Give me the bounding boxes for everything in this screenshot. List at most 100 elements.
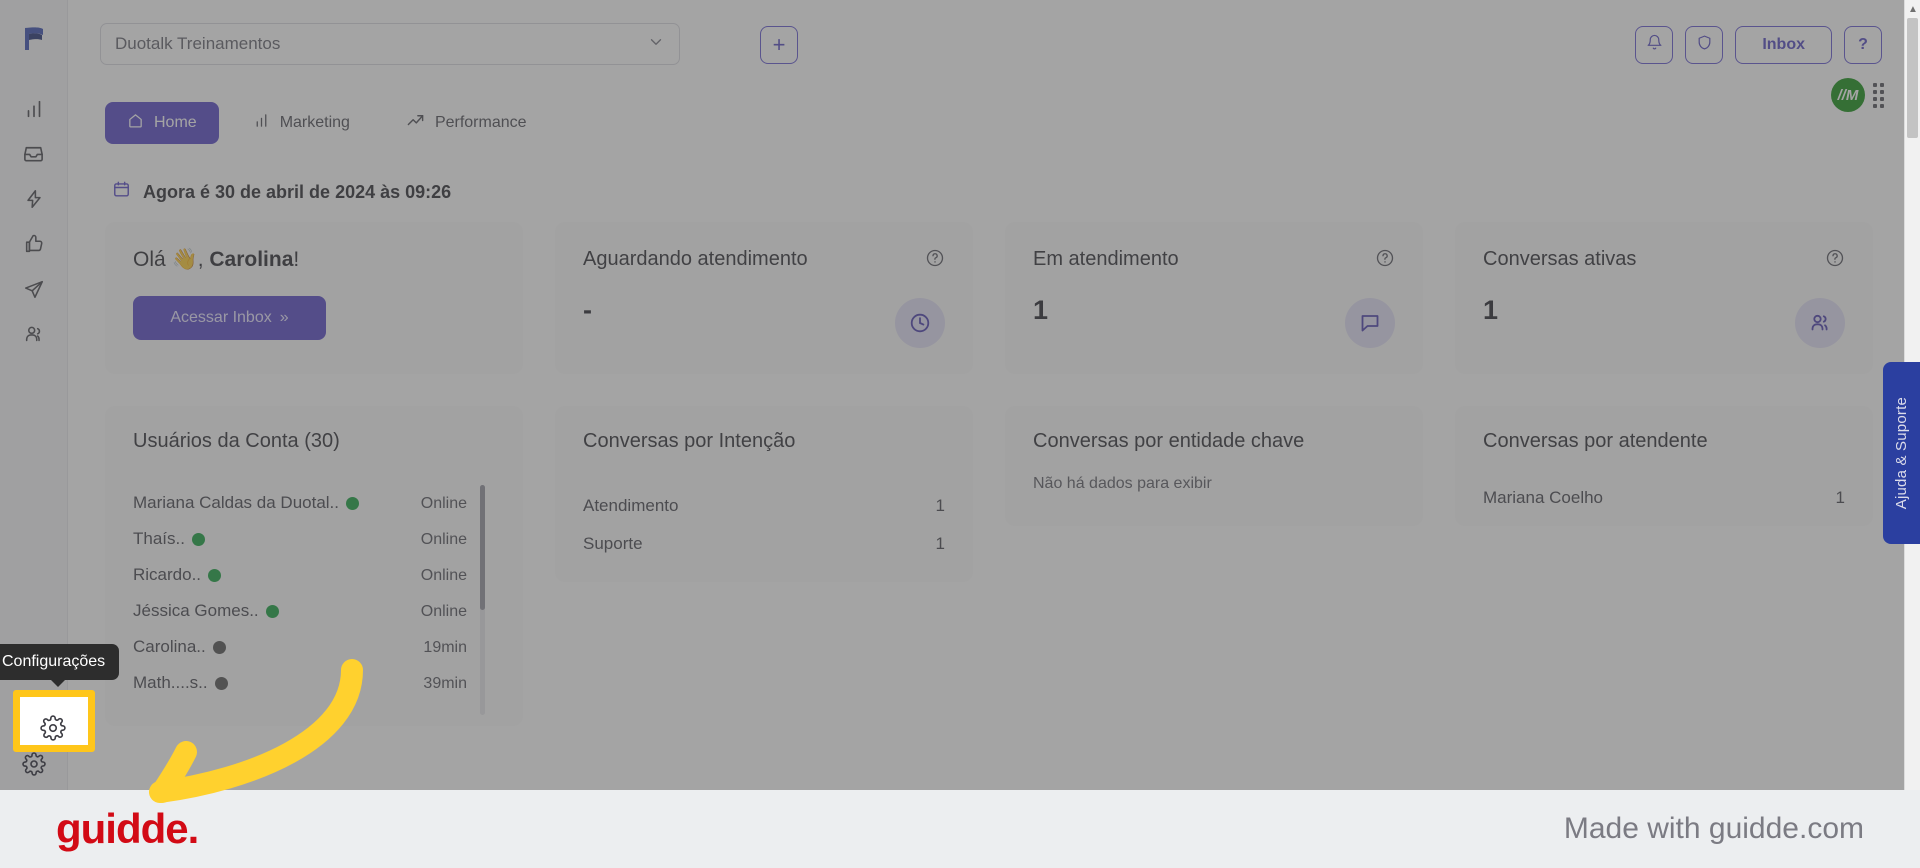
- sidebar-item-feedback[interactable]: [14, 226, 54, 266]
- question-circle-icon[interactable]: [1375, 248, 1395, 273]
- grip-dot: [1880, 96, 1884, 101]
- list-item: Mariana Coelho 1: [1483, 479, 1845, 517]
- dashboard-tabs: Home Marketing Performance: [105, 102, 549, 144]
- settings-tooltip: Configurações: [0, 644, 120, 687]
- users-icon: [23, 323, 45, 350]
- stat-title: Conversas ativas: [1483, 248, 1637, 270]
- bar-chart-icon: [23, 98, 45, 125]
- users-list[interactable]: Mariana Caldas da Duotal.. Online Thaís.…: [133, 485, 495, 715]
- inbox-button-label: Inbox: [1762, 36, 1805, 53]
- tab-home[interactable]: Home: [105, 102, 219, 144]
- notifications-button[interactable]: [1635, 26, 1674, 64]
- tab-performance-label: Performance: [434, 114, 527, 131]
- help-support-label: Ajuda & Suporte: [1893, 396, 1910, 510]
- list-item[interactable]: Jéssica Gomes.. Online: [133, 593, 467, 629]
- tab-marketing[interactable]: Marketing: [231, 102, 372, 144]
- greeting-prefix: Olá: [133, 248, 166, 271]
- status-dot-online-icon: [191, 532, 205, 546]
- sidebar-item-inbox[interactable]: [14, 136, 54, 176]
- settings-callout: Configurações: [0, 644, 120, 752]
- sidebar-item-analytics[interactable]: [14, 91, 54, 131]
- gear-icon-highlighted[interactable]: [33, 708, 73, 748]
- users-scrollbar-thumb[interactable]: [480, 485, 485, 610]
- user-name-wrap: Math....s..: [133, 673, 228, 693]
- greeting-card: Olá 👋, Carolina! Acessar Inbox »: [105, 222, 523, 374]
- help-button[interactable]: ?: [1844, 26, 1882, 64]
- avatar-row: //M: [1831, 78, 1884, 112]
- list-item[interactable]: Math....s.. 39min: [133, 665, 467, 701]
- access-inbox-button[interactable]: Acessar Inbox »: [133, 296, 326, 340]
- agent-label: Mariana Coelho: [1483, 488, 1604, 507]
- bolt-icon: [23, 188, 45, 215]
- status-dot-online-icon: [346, 496, 360, 510]
- user-name: Ricardo..: [133, 565, 202, 584]
- user-status: Online: [420, 495, 467, 512]
- user-status: Online: [420, 603, 467, 620]
- avatar[interactable]: //M: [1831, 78, 1865, 112]
- chat-bubble-icon: [1345, 298, 1395, 348]
- duotalk-flag-logo[interactable]: [17, 22, 51, 61]
- shield-icon: [1696, 34, 1713, 56]
- clock-icon: [895, 298, 945, 348]
- scroll-up-arrow-icon[interactable]: ▲: [1908, 4, 1918, 15]
- grip-dot: [1880, 89, 1884, 94]
- sidebar-item-campaigns[interactable]: [14, 271, 54, 311]
- home-icon: [127, 112, 144, 134]
- status-dot-online-icon: [208, 568, 222, 582]
- window-scrollbar-thumb[interactable]: [1907, 18, 1918, 138]
- user-name: Jéssica Gomes..: [133, 601, 259, 620]
- add-account-button[interactable]: +: [760, 26, 798, 64]
- intent-card-title: Conversas por Intenção: [583, 430, 796, 452]
- account-select[interactable]: Duotalk Treinamentos: [100, 23, 680, 65]
- help-support-tab[interactable]: Ajuda & Suporte: [1883, 362, 1920, 544]
- grip-dots-icon[interactable]: [1873, 82, 1884, 108]
- list-item[interactable]: Carolina.. 19min: [133, 629, 467, 665]
- screen-root: Duotalk Treinamentos + Inbox ? //M Home …: [0, 0, 1920, 868]
- stat-card-active: Conversas ativas 1: [1455, 222, 1873, 374]
- intent-card: Conversas por Intenção Atendimento 1 Sup…: [555, 406, 973, 582]
- list-item[interactable]: Ricardo.. Online: [133, 557, 467, 593]
- plus-icon: +: [772, 32, 786, 57]
- security-button[interactable]: [1685, 26, 1724, 64]
- tab-marketing-label: Marketing: [279, 114, 350, 131]
- list-item[interactable]: Mariana Caldas da Duotal.. Online: [133, 485, 467, 521]
- intent-label: Atendimento: [583, 496, 679, 515]
- bell-icon: [1646, 34, 1663, 56]
- list-item: Suporte 1: [583, 525, 945, 563]
- list-item[interactable]: Thaís.. Online: [133, 521, 467, 557]
- question-circle-icon[interactable]: [925, 248, 945, 273]
- intent-label: Suporte: [583, 534, 643, 553]
- tab-home-label: Home: [154, 114, 197, 131]
- stat-card-waiting: Aguardando atendimento -: [555, 222, 973, 374]
- grip-dot: [1873, 82, 1877, 87]
- inbox-button[interactable]: Inbox: [1735, 26, 1832, 64]
- grip-dot: [1873, 96, 1877, 101]
- question-circle-icon[interactable]: [1825, 248, 1845, 273]
- user-name: Carolina..: [133, 637, 206, 656]
- grip-dot: [1880, 82, 1884, 87]
- users-card: Usuários da Conta (30) Mariana Caldas da…: [105, 406, 523, 726]
- stat-head: Em atendimento: [1033, 248, 1395, 273]
- intent-list: Atendimento 1 Suporte 1: [583, 487, 945, 563]
- trend-up-icon: [406, 111, 425, 135]
- stat-head: Conversas ativas: [1483, 248, 1845, 273]
- current-datetime-text: Agora é 30 de abril de 2024 às 09:26: [143, 181, 452, 202]
- sidebar-item-automations[interactable]: [14, 181, 54, 221]
- user-name: Thaís..: [133, 529, 185, 548]
- made-with-guidde-label: Made with guidde.com: [1563, 812, 1864, 845]
- users-card-title: Usuários da Conta (30): [133, 430, 340, 452]
- sidebar-item-contacts[interactable]: [14, 316, 54, 356]
- agent-list: Mariana Coelho 1: [1483, 479, 1845, 517]
- bar-chart-icon: [253, 112, 270, 134]
- guidde-footer: guidde. Made with guidde.com: [0, 790, 1920, 868]
- user-name: Math....s..: [133, 673, 208, 692]
- users-icon: [1795, 298, 1845, 348]
- tab-performance[interactable]: Performance: [384, 102, 549, 144]
- grip-dot: [1873, 103, 1877, 108]
- calendar-icon: [112, 180, 131, 204]
- user-status: Online: [420, 531, 467, 548]
- greeting-exclam: !: [293, 248, 300, 271]
- double-chevron-right-icon: »: [279, 309, 289, 326]
- agent-card-title: Conversas por atendente: [1483, 430, 1708, 452]
- status-dot-offline-icon: [214, 676, 228, 690]
